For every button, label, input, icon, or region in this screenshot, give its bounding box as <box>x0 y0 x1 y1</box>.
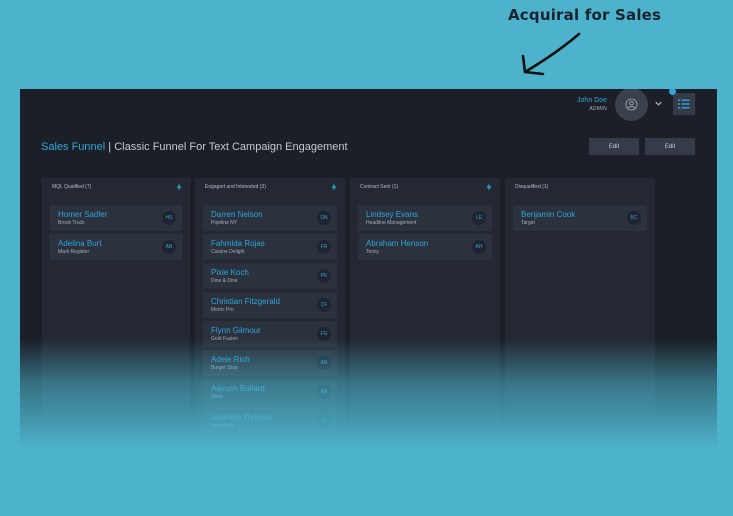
page-title-accent: Sales Funnel <box>41 141 106 153</box>
lead-card[interactable]: Flynn Gilmour Gold Fusion FG <box>203 321 337 347</box>
column-title: MQL Qualified (7) <box>52 184 92 190</box>
user-circle-icon <box>625 98 638 111</box>
lead-company: Dine & Dine <box>211 278 238 284</box>
avatar[interactable] <box>615 89 648 121</box>
lead-company: Burger Stop <box>211 365 238 371</box>
lead-company: Mark Register <box>58 249 90 255</box>
lead-name: Darren Nelson <box>211 210 263 219</box>
lead-card[interactable]: Aayush Ballard Sinur AB <box>203 379 337 405</box>
lead-initials: DN <box>317 211 331 225</box>
lead-company: Cuisine Delight <box>211 249 245 255</box>
funnel-column-contract-sent: Contract Sent (1) Lindsey Evans Headline… <box>350 178 500 450</box>
lead-name: Adelina Burt <box>58 239 102 248</box>
user-block[interactable]: John Doe ADMIN <box>577 97 607 112</box>
menu-button[interactable] <box>673 93 695 115</box>
lead-card[interactable]: Jasmine Thomas Nova Kids JT <box>203 408 337 434</box>
app-window: John Doe ADMIN Sales Funnel | Classic Fu… <box>20 89 717 450</box>
lead-company: Brook Truck <box>58 220 85 226</box>
lead-name: Abraham Henson <box>366 239 429 248</box>
lead-card[interactable]: Pixie Koch Dine & Dine PK <box>203 263 337 289</box>
lead-name: Christian Fitzgerald <box>211 297 280 306</box>
lead-initials: AB <box>162 240 176 254</box>
column-header: Contract Sent (1) <box>360 183 492 191</box>
lead-card[interactable]: Adele Rich Burger Stop AR <box>203 350 337 376</box>
column-header: Disqualified (1) <box>515 184 645 190</box>
lead-initials: CF <box>317 298 331 312</box>
column-header: Engaged and Interested (3) <box>205 183 337 191</box>
lead-name: Lindsey Evans <box>366 210 419 219</box>
lead-name: Adele Rich <box>211 355 250 364</box>
lead-card[interactable]: Benjamin Cook Target BC <box>513 205 647 231</box>
page-title: Sales Funnel | Classic Funnel For Text C… <box>41 141 348 153</box>
lead-company: Headline Management <box>366 220 417 226</box>
list-icon <box>678 99 690 109</box>
edit-button[interactable]: Edit <box>589 138 639 155</box>
user-role: ADMIN <box>589 106 607 112</box>
chevron-down-icon[interactable] <box>654 99 663 108</box>
bolt-icon[interactable] <box>486 183 492 191</box>
lead-card[interactable]: Abraham Henson Tesny AH <box>358 234 492 260</box>
funnel-column-mql: MQL Qualified (7) Homer Sadler Brook Tru… <box>42 178 190 450</box>
column-title: Contract Sent (1) <box>360 184 399 190</box>
lead-name: Jasmine Thomas <box>211 413 272 422</box>
funnel-column-engaged: Engaged and Interested (3) Darren Nelson… <box>195 178 345 450</box>
page-title-rest: Classic Funnel For Text Campaign Engagem… <box>114 141 348 153</box>
lead-company: Tesny <box>366 249 380 255</box>
lead-card[interactable]: Darren Nelson Pipeline NY DN <box>203 205 337 231</box>
edit-button[interactable]: Edit <box>645 138 695 155</box>
lead-card[interactable]: Homer Sadler Brook Truck HS <box>50 205 182 231</box>
lead-company: Nova Kids <box>211 423 234 429</box>
lead-name: Flynn Gilmour <box>211 326 261 335</box>
promo-title: Acquiral for Sales <box>508 6 662 24</box>
lead-card[interactable]: Adelina Burt Mark Register AB <box>50 234 182 260</box>
lead-initials: JT <box>317 414 331 428</box>
lead-company: Pipeline NY <box>211 220 238 226</box>
funnel-column-disqualified: Disqualified (1) Benjamin Cook Target BC <box>505 178 655 450</box>
lead-name: Fahmida Rojas <box>211 239 265 248</box>
lead-name: Homer Sadler <box>58 210 108 219</box>
user-name: John Doe <box>577 97 607 104</box>
arrow-decoration <box>521 32 581 76</box>
lead-initials: FG <box>317 327 331 341</box>
column-header: MQL Qualified (7) <box>52 183 182 191</box>
column-title: Engaged and Interested (3) <box>205 184 266 190</box>
lead-company: Target <box>521 220 535 226</box>
lead-card[interactable]: Fahmida Rojas Cuisine Delight FR <box>203 234 337 260</box>
bolt-icon[interactable] <box>331 183 337 191</box>
lead-initials: AH <box>472 240 486 254</box>
lead-initials: AB <box>317 385 331 399</box>
column-title: Disqualified (1) <box>515 184 549 190</box>
lead-card[interactable]: Lindsey Evans Headline Management LE <box>358 205 492 231</box>
lead-company: Sinur <box>211 394 223 400</box>
lead-company: Gold Fusion <box>211 336 238 342</box>
lead-company: Metric Pro <box>211 307 234 313</box>
page-title-separator: | <box>105 141 115 153</box>
lead-name: Pixie Koch <box>211 268 249 277</box>
lead-card[interactable]: Christian Fitzgerald Metric Pro CF <box>203 292 337 318</box>
lead-initials: PK <box>317 269 331 283</box>
lead-initials: AR <box>317 356 331 370</box>
lead-initials: BC <box>627 211 641 225</box>
lead-initials: FR <box>317 240 331 254</box>
lead-initials: HS <box>162 211 176 225</box>
lead-name: Benjamin Cook <box>521 210 576 219</box>
bolt-icon[interactable] <box>176 183 182 191</box>
lead-name: Aayush Ballard <box>211 384 265 393</box>
lead-initials: LE <box>472 211 486 225</box>
